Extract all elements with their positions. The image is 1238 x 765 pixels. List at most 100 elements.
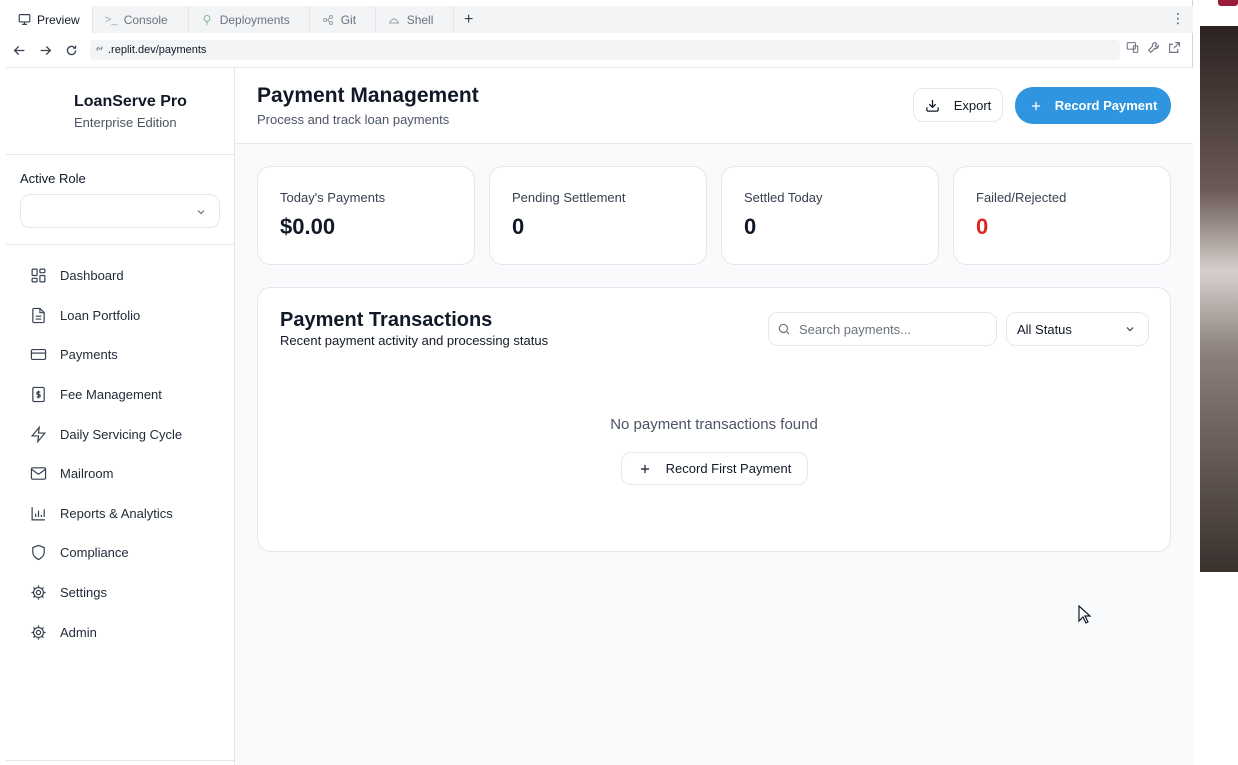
url-bar: .replit.dev/payments bbox=[6, 37, 1193, 63]
dashboard-icon bbox=[31, 268, 46, 283]
deploy-icon bbox=[201, 13, 214, 26]
tab-deployments[interactable]: Deployments bbox=[189, 6, 310, 33]
tab-console[interactable]: >_ Console bbox=[93, 6, 189, 33]
tab-shell[interactable]: Shell bbox=[376, 6, 454, 33]
sidebar-item-compliance[interactable]: Compliance bbox=[6, 533, 234, 573]
sidebar-item-admin[interactable]: Admin bbox=[6, 612, 234, 652]
stat-card-todays-payments: Today's Payments $0.00 bbox=[257, 166, 475, 265]
credit-card-icon bbox=[30, 349, 47, 361]
tab-label: Console bbox=[123, 12, 168, 27]
plus-icon bbox=[1031, 101, 1040, 110]
export-button[interactable]: Export bbox=[913, 88, 1003, 122]
sidebar-item-label: Admin bbox=[60, 624, 97, 640]
page-subtitle: Process and track loan payments bbox=[257, 112, 450, 127]
sidebar-item-mailroom[interactable]: Mailroom bbox=[6, 454, 234, 494]
role-section: Active Role bbox=[6, 155, 234, 245]
browser-frame: Preview >_ Console Deployments Git Shell… bbox=[0, 0, 1193, 765]
empty-state-message: No payment transactions found bbox=[610, 416, 818, 433]
mouse-cursor-icon bbox=[1078, 604, 1092, 630]
shell-icon bbox=[388, 13, 401, 26]
document-icon bbox=[32, 307, 45, 324]
sidebar-item-reports-analytics[interactable]: Reports & Analytics bbox=[6, 494, 234, 534]
tab-label: Deployments bbox=[219, 12, 290, 27]
sidebar-item-label: Compliance bbox=[60, 545, 129, 561]
address-field[interactable]: .replit.dev/payments bbox=[90, 40, 1120, 60]
background-window-edge bbox=[1200, 0, 1238, 26]
shield-icon bbox=[32, 545, 45, 561]
tab-preview[interactable]: Preview bbox=[6, 6, 93, 33]
record-first-payment-label: Record First Payment bbox=[665, 461, 792, 476]
url-text: .replit.dev/payments bbox=[108, 44, 207, 56]
role-select[interactable] bbox=[20, 194, 220, 228]
section-title: Payment Transactions bbox=[280, 309, 493, 331]
stat-label: Today's Payments bbox=[280, 190, 386, 205]
git-icon bbox=[322, 13, 335, 26]
stat-label: Settled Today bbox=[744, 190, 823, 205]
monitor-icon bbox=[18, 13, 31, 26]
page-header: Payment Management Process and track loa… bbox=[235, 68, 1193, 144]
chevron-down-icon bbox=[1124, 323, 1136, 338]
add-tab-button[interactable]: + bbox=[454, 6, 484, 33]
gear-icon bbox=[31, 625, 46, 640]
stat-label: Failed/Rejected bbox=[976, 190, 1067, 205]
stat-value: 0 bbox=[744, 214, 757, 239]
role-label: Active Role bbox=[20, 171, 86, 186]
stat-value: 0 bbox=[512, 214, 525, 239]
stat-value: 0 bbox=[976, 214, 989, 239]
sidebar-item-daily-servicing-cycle[interactable]: Daily Servicing Cycle bbox=[6, 414, 234, 454]
app-root: LoanServe Pro Enterprise Edition Active … bbox=[6, 67, 1193, 765]
brand: LoanServe Pro Enterprise Edition bbox=[6, 68, 234, 155]
sidebar-item-settings[interactable]: Settings bbox=[6, 573, 234, 613]
stat-card-failed-rejected: Failed/Rejected 0 bbox=[953, 166, 1171, 265]
tab-git[interactable]: Git bbox=[310, 6, 376, 33]
search-box bbox=[768, 312, 997, 346]
sidebar-item-fee-management[interactable]: Fee Management bbox=[6, 375, 234, 415]
stat-label: Pending Settlement bbox=[512, 190, 626, 205]
sidebar-item-label: Dashboard bbox=[60, 268, 124, 284]
devices-icon[interactable] bbox=[1126, 41, 1139, 59]
search-input[interactable] bbox=[799, 321, 979, 337]
page-title: Payment Management bbox=[257, 84, 479, 107]
brand-name: LoanServe Pro bbox=[74, 93, 187, 110]
status-filter-value: All Status bbox=[1017, 321, 1072, 337]
mail-icon bbox=[30, 467, 47, 481]
sidebar-nav: Dashboard Loan Portfolio Payments Fee Ma… bbox=[6, 245, 234, 652]
plus-icon bbox=[640, 464, 649, 473]
sidebar-item-label: Settings bbox=[60, 585, 107, 601]
search-icon bbox=[778, 323, 790, 335]
sidebar-item-loan-portfolio[interactable]: Loan Portfolio bbox=[6, 296, 234, 336]
reload-icon[interactable] bbox=[58, 37, 84, 63]
section-subtitle: Recent payment activity and processing s… bbox=[280, 333, 549, 348]
stat-value: $0.00 bbox=[280, 214, 336, 239]
tab-bar: Preview >_ Console Deployments Git Shell… bbox=[6, 6, 1193, 33]
wrench-icon[interactable] bbox=[1147, 41, 1160, 59]
sidebar-divider bbox=[6, 760, 234, 761]
export-label: Export bbox=[953, 97, 992, 113]
sidebar-item-label: Loan Portfolio bbox=[60, 307, 141, 323]
sidebar-item-label: Reports & Analytics bbox=[60, 505, 173, 521]
download-icon bbox=[925, 99, 939, 112]
sidebar-item-dashboard[interactable]: Dashboard bbox=[6, 256, 234, 296]
dollar-receipt-icon bbox=[32, 386, 45, 403]
tab-label: Shell bbox=[406, 12, 434, 27]
more-vertical-icon[interactable]: ⋮ bbox=[1171, 10, 1185, 27]
status-filter-select[interactable]: All Status bbox=[1006, 312, 1149, 346]
gear-icon bbox=[31, 585, 46, 600]
terminal-icon: >_ bbox=[104, 13, 118, 26]
bar-chart-icon bbox=[31, 506, 45, 521]
sidebar-item-label: Fee Management bbox=[60, 387, 162, 403]
stats-row: Today's Payments $0.00 Pending Settlemen… bbox=[257, 166, 1171, 265]
brand-subtitle: Enterprise Edition bbox=[74, 115, 177, 130]
payment-transactions-panel: Payment Transactions Recent payment acti… bbox=[257, 287, 1171, 552]
back-arrow-icon[interactable] bbox=[6, 37, 32, 63]
record-payment-label: Record Payment bbox=[1054, 98, 1158, 113]
sidebar: LoanServe Pro Enterprise Edition Active … bbox=[6, 68, 235, 765]
open-external-icon[interactable] bbox=[1168, 41, 1181, 59]
record-first-payment-button[interactable]: Record First Payment bbox=[621, 452, 808, 485]
sidebar-item-label: Daily Servicing Cycle bbox=[60, 426, 183, 442]
sidebar-item-payments[interactable]: Payments bbox=[6, 335, 234, 375]
tab-label: Preview bbox=[37, 12, 80, 27]
forward-arrow-icon[interactable] bbox=[32, 37, 58, 63]
record-payment-button[interactable]: Record Payment bbox=[1015, 87, 1171, 124]
sidebar-item-label: Payments bbox=[60, 347, 118, 363]
